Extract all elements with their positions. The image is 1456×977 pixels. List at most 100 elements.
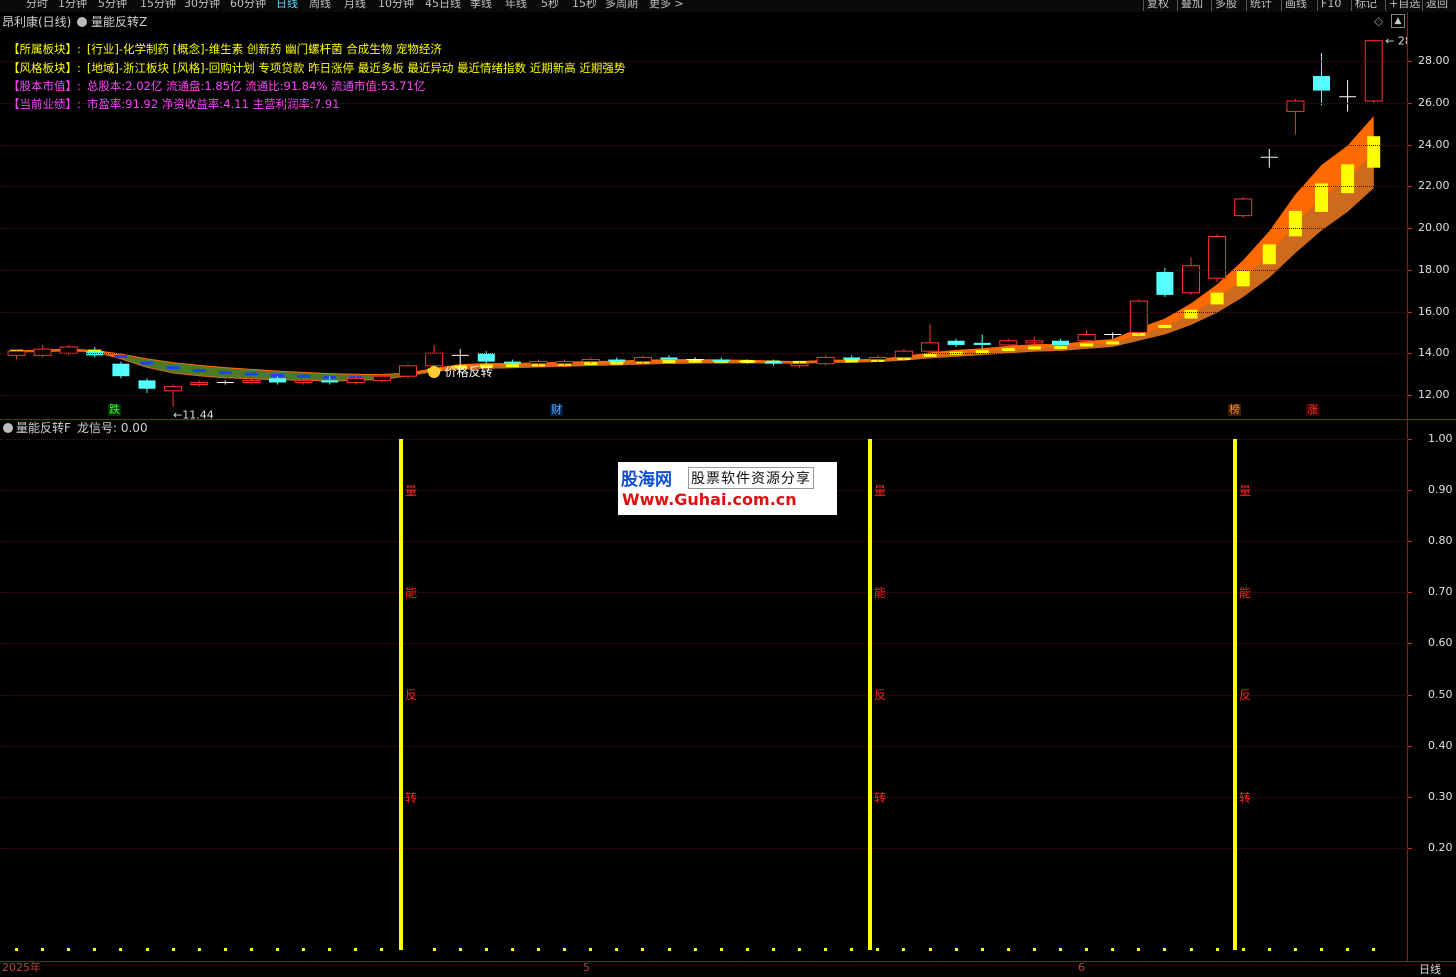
toolbar-item-13[interactable]: 5秒 [541, 0, 559, 11]
mid-dash [297, 374, 311, 378]
candle-down[interactable] [608, 359, 626, 362]
candle-up[interactable] [1025, 340, 1044, 344]
toolbar-item-0[interactable]: 分时 [26, 0, 48, 11]
signal-zero-dot [693, 948, 697, 951]
signal-bar[interactable] [1233, 439, 1237, 950]
candle-up[interactable] [1129, 300, 1148, 333]
candle-up[interactable] [1077, 334, 1096, 342]
candle-down[interactable] [1052, 340, 1069, 345]
event-marker-1[interactable]: 财 [550, 404, 563, 416]
candle-up[interactable] [868, 356, 887, 361]
toolbar-item-4[interactable]: 30分钟 [184, 0, 220, 11]
toolbar-right-item-4[interactable]: 画线 [1281, 0, 1307, 11]
candle-up[interactable] [372, 375, 391, 381]
candle-down[interactable] [477, 353, 495, 362]
candle-up[interactable] [294, 379, 313, 383]
price-axis-label: 18.00 [1418, 262, 1450, 276]
watermark-logo: 股海网 股票软件资源分享 Www.Guhai.com.cn [618, 462, 837, 515]
toolbar-right-item-0[interactable]: 复权 [1143, 0, 1169, 11]
price-tick [1408, 61, 1412, 63]
toolbar-item-7[interactable]: 周线 [309, 0, 331, 11]
signal-zero-dot [249, 948, 253, 951]
toolbar-right-item-3[interactable]: 统计 [1246, 0, 1272, 11]
candle-up[interactable] [33, 348, 52, 356]
mid-dash [1288, 210, 1302, 237]
diamond-icon[interactable]: ◇ [1374, 14, 1383, 28]
price-chart[interactable]: ← 28.99←11.44价格反转 [0, 28, 1408, 420]
toolbar-item-9[interactable]: 10分钟 [378, 0, 414, 11]
candle-down[interactable] [947, 340, 965, 345]
toolbar-right-item-8[interactable]: 返回 [1422, 0, 1448, 11]
candle-up[interactable] [555, 361, 574, 365]
price-gridline [0, 394, 1408, 396]
toolbar-right-item-5[interactable]: F10 [1317, 0, 1341, 11]
candle-up[interactable] [1234, 198, 1253, 217]
candle-down[interactable] [660, 357, 678, 360]
signal-char: 量 [874, 484, 887, 498]
toolbar-item-2[interactable]: 5分钟 [98, 0, 127, 11]
toolbar-right-item-6[interactable]: 标记 [1351, 0, 1377, 11]
candle-up[interactable] [399, 365, 417, 377]
candle-up[interactable] [529, 361, 548, 365]
signal-zero-dot [197, 948, 201, 951]
toolbar-right-item-1[interactable]: 叠加 [1177, 0, 1203, 11]
candle-up[interactable] [581, 359, 600, 363]
candle-down[interactable] [112, 363, 130, 377]
candle-down[interactable] [138, 380, 156, 389]
candle-up[interactable] [1364, 40, 1383, 102]
candle-down[interactable] [269, 378, 286, 383]
toolbar-item-11[interactable]: 季线 [470, 0, 492, 11]
toolbar-item-10[interactable]: 45日线 [425, 0, 461, 11]
sub-indicator-title[interactable]: 量能反转F [16, 421, 71, 435]
toolbar-item-15[interactable]: 多周期 [605, 0, 638, 11]
signal-char: 量 [405, 484, 418, 498]
toolbar-right-item-7[interactable]: +自选 [1385, 0, 1420, 11]
candle-up[interactable] [242, 379, 261, 383]
candle-down[interactable] [503, 361, 521, 364]
event-marker-3[interactable]: 涨 [1306, 404, 1319, 416]
candle-up[interactable] [921, 342, 939, 352]
candle-up[interactable] [164, 386, 183, 392]
indicator-dropdown-icon[interactable] [77, 17, 87, 27]
candle-up[interactable] [1208, 236, 1227, 279]
maximize-icon[interactable]: ▲ [1391, 14, 1405, 28]
toolbar-item-3[interactable]: 15分钟 [140, 0, 176, 11]
signal-bar[interactable] [399, 439, 403, 950]
price-axis-label: 14.00 [1418, 346, 1450, 360]
candle-down[interactable] [764, 361, 782, 364]
toolbar-right-item-2[interactable]: 多股 [1211, 0, 1237, 11]
event-marker-0[interactable]: 跌 [108, 404, 121, 416]
toolbar-item-6[interactable]: 日线 [276, 0, 298, 11]
candle-down[interactable] [1156, 271, 1174, 295]
signal-zero-dot [458, 948, 462, 951]
signal-gridline [0, 796, 1408, 798]
sub-indicator-dropdown-icon[interactable] [3, 423, 13, 433]
candle-down[interactable] [843, 357, 861, 360]
candle-down[interactable] [321, 380, 339, 383]
indicator-title[interactable]: 量能反转Z [91, 15, 147, 29]
signal-zero-dot [1085, 948, 1089, 951]
signal-zero-dot [354, 948, 358, 951]
signal-bar[interactable] [868, 439, 872, 950]
toolbar-item-1[interactable]: 1分钟 [58, 0, 87, 11]
candle-down[interactable] [712, 359, 730, 362]
event-marker-2[interactable]: 榜 [1228, 404, 1241, 416]
toolbar-item-16[interactable]: 更多 > [649, 0, 684, 11]
candle-up[interactable] [190, 381, 209, 386]
candle-up[interactable] [790, 363, 809, 367]
toolbar-item-12[interactable]: 年线 [505, 0, 527, 11]
toolbar-item-8[interactable]: 月线 [344, 0, 366, 11]
candle-down[interactable] [1313, 75, 1330, 91]
candle-up[interactable] [425, 352, 444, 367]
mid-dash [140, 361, 154, 365]
candle-up[interactable] [633, 356, 652, 363]
candle-up[interactable] [999, 340, 1018, 346]
toolbar-item-14[interactable]: 15秒 [572, 0, 597, 11]
candle-down[interactable] [973, 342, 991, 345]
toolbar-item-5[interactable]: 60分钟 [230, 0, 266, 11]
candle-up[interactable] [346, 377, 365, 383]
candle-up[interactable] [816, 356, 835, 365]
signal-tick [1408, 745, 1412, 747]
money-bag-icon [428, 366, 441, 379]
candle-up[interactable] [894, 350, 913, 358]
